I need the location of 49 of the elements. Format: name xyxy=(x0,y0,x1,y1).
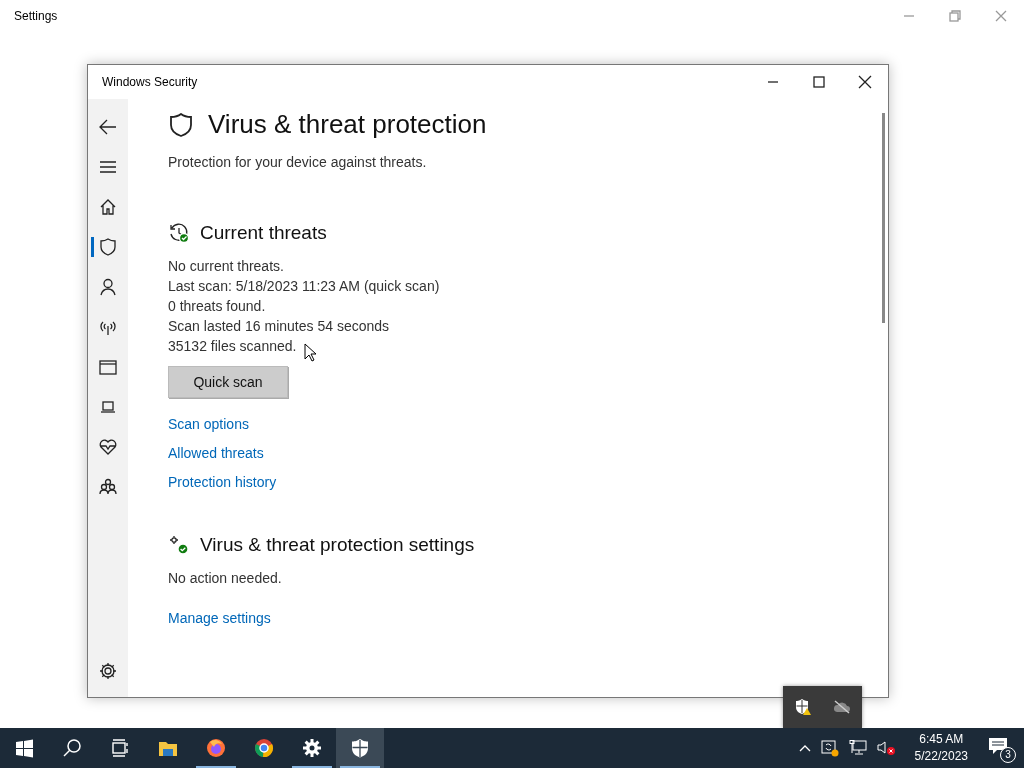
shield-icon xyxy=(98,237,118,257)
browser-window-icon xyxy=(98,357,118,377)
family-icon xyxy=(98,477,118,497)
mouse-cursor-icon xyxy=(304,343,316,362)
section-title: Virus & threat protection settings xyxy=(200,534,475,556)
taskbar-button[interactable] xyxy=(336,728,384,768)
shield-icon xyxy=(168,111,194,138)
settings-icon xyxy=(98,661,118,681)
speaker-muted-icon[interactable] xyxy=(876,740,897,756)
page-title: Virus & threat protection xyxy=(208,109,487,140)
close-icon[interactable] xyxy=(858,75,872,89)
status-text: Last scan: 5/18/2023 11:23 AM (quick scan) xyxy=(168,277,440,296)
section-title: Current threats xyxy=(200,222,327,244)
windows-logo-icon xyxy=(14,738,34,758)
cloud-off-icon[interactable] xyxy=(833,700,852,714)
back-arrow-icon xyxy=(98,117,118,137)
notification-button[interactable]: 3 xyxy=(986,733,1016,763)
status-text: No current threats. xyxy=(168,257,284,276)
chevron-up-icon[interactable] xyxy=(798,744,811,752)
window-title: Windows Security xyxy=(101,75,199,89)
status-text: No action needed. xyxy=(168,569,282,588)
task-view-icon xyxy=(110,738,130,758)
window-title: Settings xyxy=(13,9,59,23)
link[interactable]: Scan options xyxy=(168,416,249,432)
clock[interactable]: 6:45 AM 5/22/2023 xyxy=(906,731,976,765)
scrollbar[interactable] xyxy=(882,113,885,323)
shield-icon xyxy=(350,738,370,758)
status-text: 0 threats found. xyxy=(168,297,266,316)
sync-alert-icon[interactable] xyxy=(820,739,839,757)
quick-scan-button[interactable]: Quick scan xyxy=(168,366,288,398)
home-icon xyxy=(98,197,118,217)
search-icon xyxy=(62,738,82,758)
fox-globe-icon xyxy=(206,738,226,758)
restore-icon[interactable] xyxy=(949,10,961,22)
round-browser-icon xyxy=(254,738,274,758)
link[interactable]: Protection history xyxy=(168,474,277,490)
link[interactable]: Allowed threats xyxy=(168,445,264,461)
status-text: Scan lasted 16 minutes 54 seconds xyxy=(168,317,390,336)
gear-icon xyxy=(302,738,322,758)
link[interactable]: Manage settings xyxy=(168,610,271,626)
maximize-icon[interactable] xyxy=(813,76,825,88)
page-subtitle: Protection for your device against threats. xyxy=(168,154,428,170)
status-text: 35132 files scanned. xyxy=(168,337,297,356)
gears-check-icon xyxy=(168,534,190,556)
history-check-icon xyxy=(168,222,190,244)
person-icon xyxy=(98,277,118,297)
heart-pulse-icon xyxy=(98,437,118,457)
shield-warning-icon[interactable] xyxy=(793,698,812,716)
network-icon[interactable] xyxy=(848,740,867,756)
